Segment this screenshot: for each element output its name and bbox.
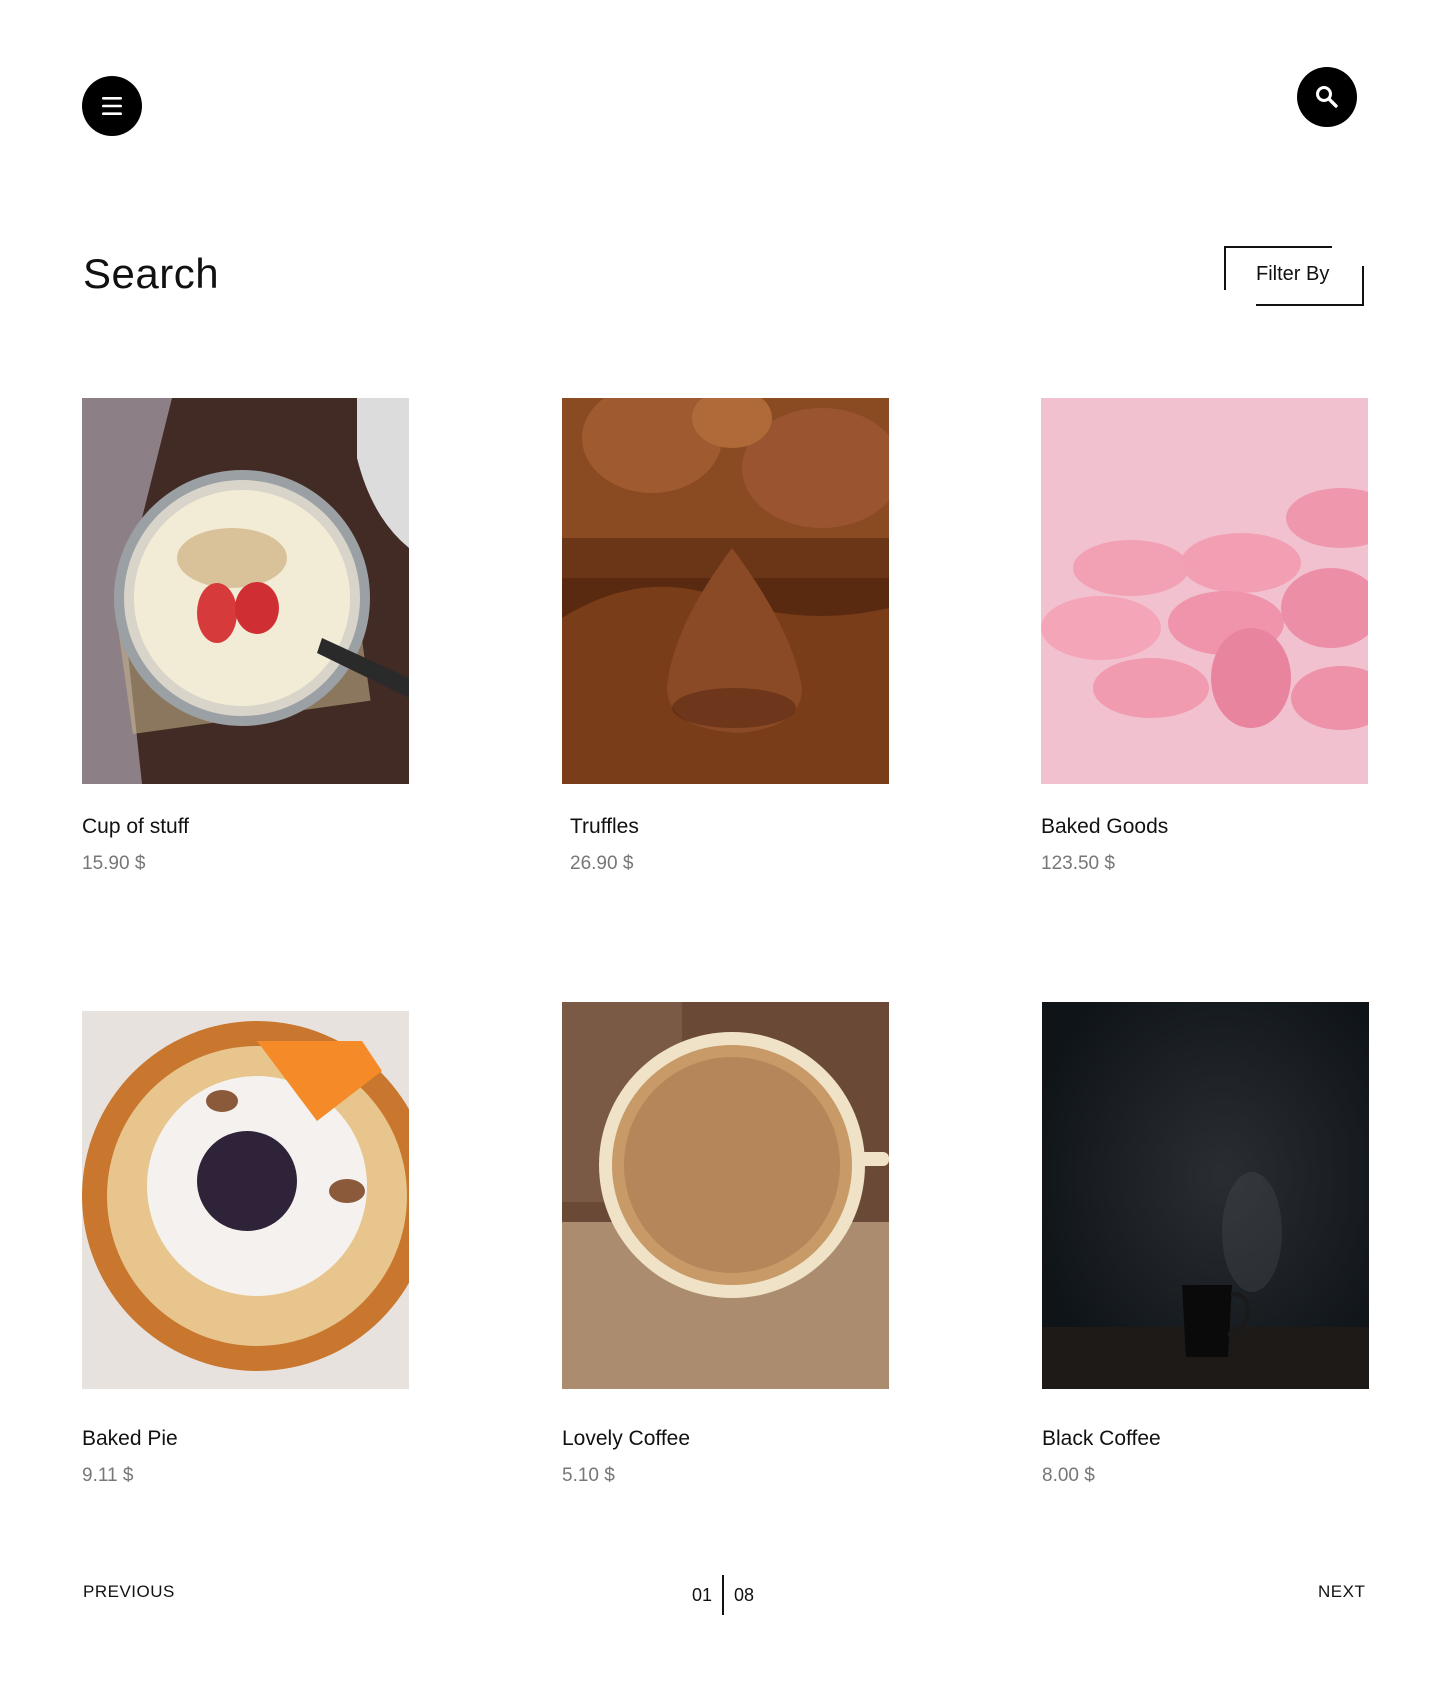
product-name[interactable]: Baked Pie bbox=[82, 1427, 178, 1451]
product-price: 26.90 $ bbox=[570, 853, 634, 874]
filter-by-label: Filter By bbox=[1256, 263, 1330, 285]
product-price: 5.10 $ bbox=[562, 1465, 615, 1486]
product-image[interactable] bbox=[1042, 1002, 1369, 1389]
product-image[interactable] bbox=[1041, 398, 1368, 784]
product-card[interactable]: Cup of stuff 15.90 $ bbox=[82, 398, 409, 874]
total-pages: 08 bbox=[734, 1584, 755, 1605]
product-card[interactable]: Baked Goods 123.50 $ bbox=[1041, 398, 1368, 874]
product-card[interactable]: Black Coffee 8.00 $ bbox=[1042, 1002, 1369, 1486]
macarons-image bbox=[1041, 398, 1368, 784]
page-counter: 01 08 bbox=[692, 1575, 754, 1615]
product-name[interactable]: Black Coffee bbox=[1042, 1427, 1161, 1451]
search-icon bbox=[1316, 86, 1338, 108]
current-page: 01 bbox=[692, 1584, 713, 1605]
product-card[interactable]: Baked Pie 9.11 $ bbox=[82, 1011, 409, 1486]
yogurt-bowl-image bbox=[82, 398, 409, 784]
filter-by-button[interactable]: Filter By bbox=[1224, 246, 1364, 306]
latte-image bbox=[562, 1002, 889, 1389]
product-name[interactable]: Lovely Coffee bbox=[562, 1427, 690, 1451]
page-title: Search bbox=[83, 250, 220, 297]
product-price: 8.00 $ bbox=[1042, 1465, 1095, 1486]
product-image[interactable] bbox=[562, 1002, 889, 1389]
product-name[interactable]: Cup of stuff bbox=[82, 815, 189, 839]
truffle-image bbox=[562, 398, 889, 784]
pie-image bbox=[82, 1011, 409, 1389]
hamburger-menu-icon bbox=[102, 97, 122, 115]
menu-button[interactable] bbox=[82, 76, 142, 136]
product-card[interactable]: Lovely Coffee 5.10 $ bbox=[562, 1002, 889, 1486]
previous-page-link[interactable]: PREVIOUS bbox=[83, 1582, 175, 1602]
product-price: 123.50 $ bbox=[1041, 853, 1115, 874]
product-price: 15.90 $ bbox=[82, 853, 146, 874]
product-image[interactable] bbox=[82, 1011, 409, 1389]
product-name[interactable]: Baked Goods bbox=[1041, 815, 1168, 839]
product-card[interactable]: Truffles 26.90 $ bbox=[562, 398, 889, 874]
search-button[interactable] bbox=[1297, 67, 1357, 127]
black-coffee-image bbox=[1042, 1002, 1369, 1389]
product-price: 9.11 $ bbox=[82, 1465, 134, 1486]
page-counter-divider bbox=[722, 1575, 725, 1615]
product-image[interactable] bbox=[82, 398, 409, 784]
next-page-link[interactable]: NEXT bbox=[1318, 1582, 1365, 1602]
product-name[interactable]: Truffles bbox=[570, 815, 639, 839]
product-image[interactable] bbox=[562, 398, 889, 784]
